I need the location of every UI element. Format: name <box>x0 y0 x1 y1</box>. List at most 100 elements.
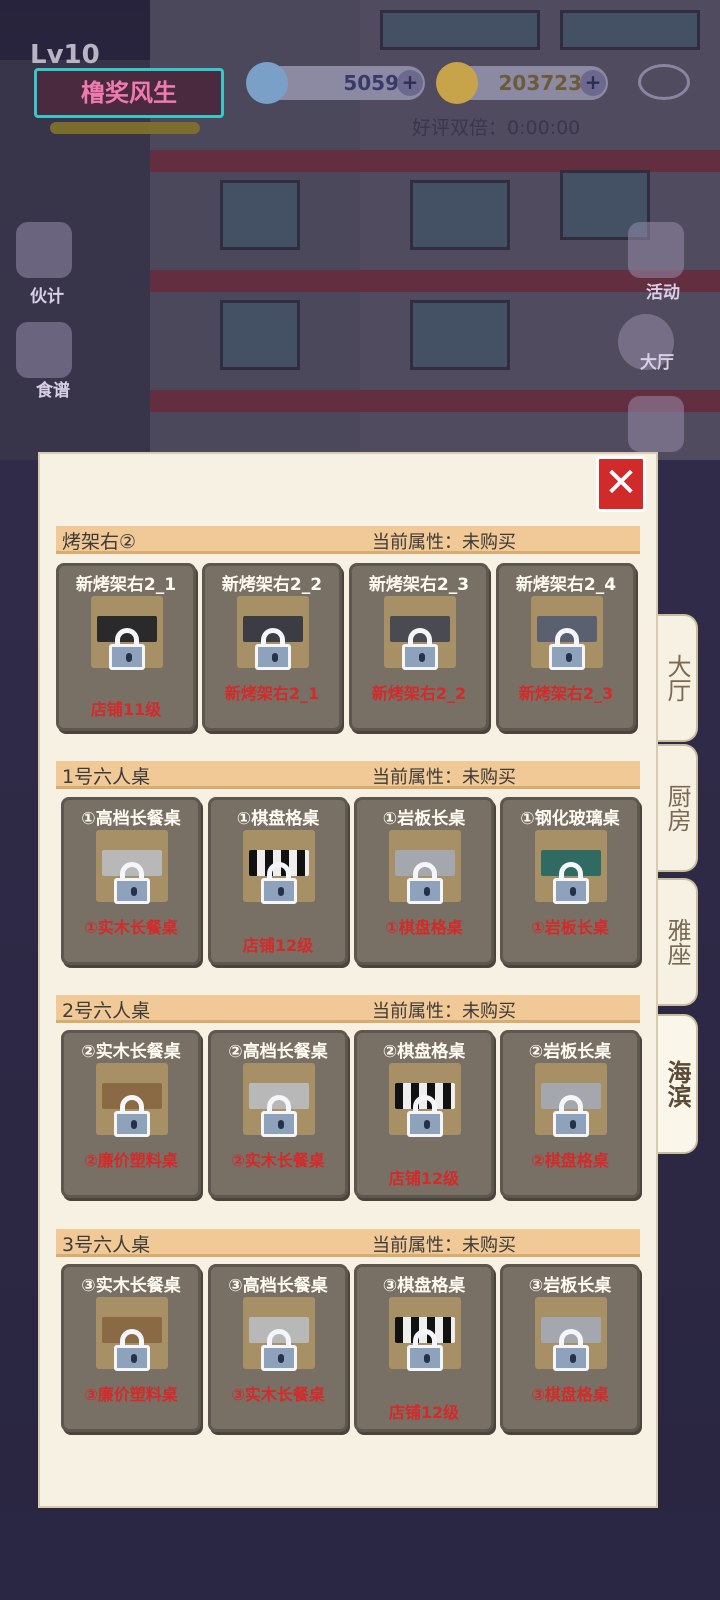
card-title: 新烤架右2_4 <box>515 575 617 595</box>
recipe-icon[interactable] <box>16 322 72 378</box>
section-title: 烤架右② <box>62 531 137 553</box>
card-title: 新烤架右2_2 <box>221 575 323 595</box>
lock-icon <box>114 1329 150 1371</box>
unlock-requirement: ③廉价塑料桌 <box>84 1385 178 1404</box>
tab-seaside[interactable]: 海滨 <box>658 1014 698 1154</box>
lock-icon <box>261 862 297 904</box>
add-gems-button[interactable]: + <box>397 70 423 96</box>
eye-icon[interactable] <box>638 64 690 100</box>
side-label-activity: 活动 <box>646 283 680 303</box>
lock-icon <box>407 1329 443 1371</box>
lock-icon <box>553 862 589 904</box>
gem-icon <box>246 62 288 104</box>
unlock-requirement: ③实木长餐桌 <box>231 1385 325 1404</box>
card-title: ②高档长餐桌 <box>228 1042 328 1062</box>
unlock-requirement: 店铺12级 <box>242 936 314 955</box>
section-status: 当前属性：未购买 <box>372 1235 516 1256</box>
card-title: ③实木长餐桌 <box>81 1276 181 1296</box>
tab-kitchen[interactable]: 厨房 <box>658 744 698 872</box>
furniture-card[interactable]: ①棋盘格桌 店铺12级 <box>208 797 348 965</box>
side-label-staff: 伙计 <box>30 287 64 307</box>
unlock-requirement: ①岩板长桌 <box>531 918 609 937</box>
gem-value: 5059 <box>343 71 399 95</box>
card-title: ③岩板长桌 <box>528 1276 612 1296</box>
section-title: 3号六人桌 <box>62 1234 151 1256</box>
unlock-requirement: 新烤架右2_1 <box>224 684 320 703</box>
calendar-icon[interactable] <box>628 222 684 278</box>
section-title: 1号六人桌 <box>62 766 151 788</box>
unlock-requirement: 新烤架右2_2 <box>371 684 467 703</box>
lock-icon <box>553 1095 589 1137</box>
furniture-card[interactable]: 新烤架右2_2 新烤架右2_1 <box>202 563 342 731</box>
unlock-requirement: ②棋盘格桌 <box>531 1151 609 1170</box>
lock-icon <box>549 628 585 670</box>
section-title: 2号六人桌 <box>62 1000 151 1022</box>
section-status: 当前属性：未购买 <box>372 532 516 553</box>
section-header: 3号六人桌 当前属性：未购买 <box>56 1229 640 1257</box>
lock-icon <box>261 1095 297 1137</box>
section-header: 烤架右② 当前属性：未购买 <box>56 526 640 554</box>
kitchen-icon[interactable] <box>628 396 684 452</box>
chef-icon[interactable] <box>16 222 72 278</box>
furniture-card[interactable]: ①岩板长桌 ①棋盘格桌 <box>354 797 494 965</box>
unlock-requirement: ①棋盘格桌 <box>385 918 463 937</box>
close-button[interactable]: ✕ <box>596 456 646 512</box>
furniture-card[interactable]: ③实木长餐桌 ③廉价塑料桌 <box>61 1264 201 1432</box>
card-title: ②棋盘格桌 <box>382 1042 466 1062</box>
lock-icon <box>255 628 291 670</box>
furniture-card[interactable]: ②实木长餐桌 ②廉价塑料桌 <box>61 1030 201 1198</box>
shop-title-sign[interactable]: 橹奖风生 <box>34 68 224 118</box>
section-header: 1号六人桌 当前属性：未购买 <box>56 761 640 789</box>
gem-counter: 5059 + <box>246 62 425 104</box>
lock-icon <box>114 1095 150 1137</box>
bottom-strip <box>0 1510 720 1600</box>
card-title: ①钢化玻璃桌 <box>520 809 620 829</box>
lock-icon <box>109 628 145 670</box>
furniture-card[interactable]: 新烤架右2_1 店铺11级 <box>56 563 196 731</box>
section-status: 当前属性：未购买 <box>372 767 516 788</box>
furniture-card[interactable]: ②岩板长桌 ②棋盘格桌 <box>500 1030 640 1198</box>
furniture-card[interactable]: ②棋盘格桌 店铺12级 <box>354 1030 494 1198</box>
unlock-requirement: ②廉价塑料桌 <box>84 1151 178 1170</box>
lock-icon <box>402 628 438 670</box>
card-title: ②实木长餐桌 <box>81 1042 181 1062</box>
section-header: 2号六人桌 当前属性：未购买 <box>56 995 640 1023</box>
player-level: Lv10 <box>30 40 100 70</box>
lock-icon <box>407 862 443 904</box>
lock-icon <box>553 1329 589 1371</box>
side-label-recipe: 食谱 <box>36 381 70 401</box>
coin-icon <box>436 62 478 104</box>
furniture-card[interactable]: ③岩板长桌 ③棋盘格桌 <box>500 1264 640 1432</box>
side-label-hall: 大厅 <box>640 353 674 373</box>
double-review-timer: 好评双倍：0:00:00 <box>412 117 581 139</box>
furniture-card[interactable]: ①钢化玻璃桌 ①岩板长桌 <box>500 797 640 965</box>
unlock-requirement: 店铺11级 <box>90 700 162 719</box>
reputation-bar <box>50 122 200 134</box>
lock-icon <box>407 1095 443 1137</box>
tab-hall[interactable]: 大厅 <box>658 614 698 742</box>
card-title: 新烤架右2_3 <box>368 575 470 595</box>
tab-private-room[interactable]: 雅座 <box>658 878 698 1006</box>
coin-counter: 203723 + <box>436 62 608 104</box>
unlock-requirement: 店铺12级 <box>388 1403 460 1422</box>
card-title: ②岩板长桌 <box>528 1042 612 1062</box>
card-title: ①高档长餐桌 <box>81 809 181 829</box>
lock-icon <box>261 1329 297 1371</box>
unlock-requirement: ③棋盘格桌 <box>531 1385 609 1404</box>
furniture-card[interactable]: 新烤架右2_4 新烤架右2_3 <box>496 563 636 731</box>
furniture-card[interactable]: ③棋盘格桌 店铺12级 <box>354 1264 494 1432</box>
coin-value: 203723 <box>498 71 583 95</box>
furniture-card[interactable]: ②高档长餐桌 ②实木长餐桌 <box>208 1030 348 1198</box>
lock-icon <box>114 862 150 904</box>
card-title: ③棋盘格桌 <box>382 1276 466 1296</box>
furniture-card[interactable]: ①高档长餐桌 ①实木长餐桌 <box>61 797 201 965</box>
card-title: ①棋盘格桌 <box>236 809 320 829</box>
add-coins-button[interactable]: + <box>580 70 606 96</box>
furniture-card[interactable]: 新烤架右2_3 新烤架右2_2 <box>349 563 489 731</box>
card-title: ③高档长餐桌 <box>228 1276 328 1296</box>
furniture-card[interactable]: ③高档长餐桌 ③实木长餐桌 <box>208 1264 348 1432</box>
unlock-requirement: 新烤架右2_3 <box>518 684 614 703</box>
card-title: ①岩板长桌 <box>382 809 466 829</box>
unlock-requirement: ②实木长餐桌 <box>231 1151 325 1170</box>
section-status: 当前属性：未购买 <box>372 1001 516 1022</box>
